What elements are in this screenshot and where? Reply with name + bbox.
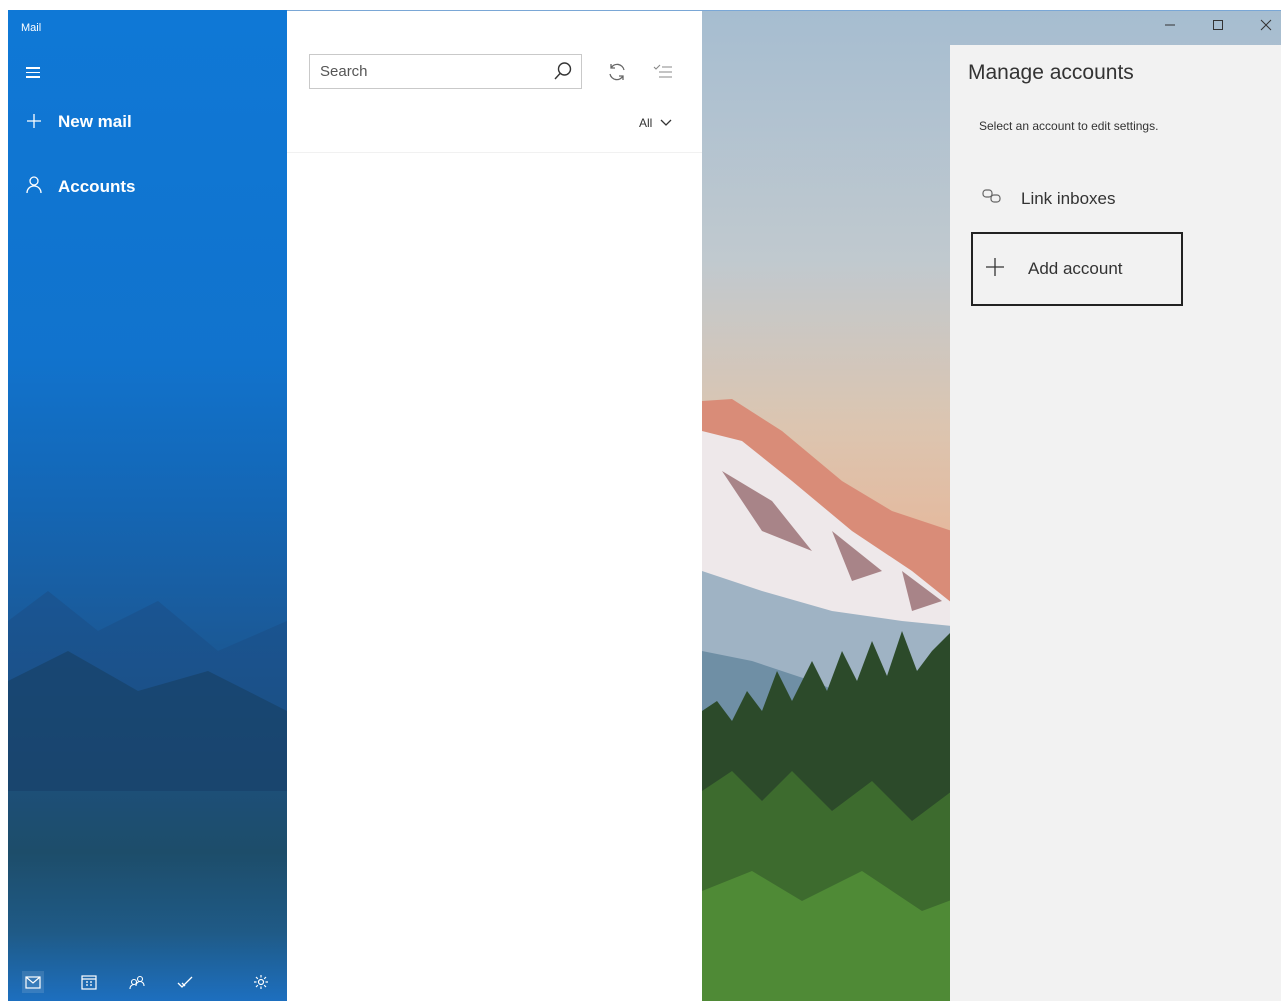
app-switcher-bar: [8, 961, 287, 1001]
plus-icon: [984, 256, 1006, 283]
search-icon[interactable]: [553, 61, 573, 86]
app-title: Mail: [21, 22, 42, 34]
search-box[interactable]: [309, 54, 582, 89]
panel-subtitle: Select an account to edit settings.: [979, 119, 1159, 133]
filter-label: All: [639, 116, 653, 130]
chevron-down-icon: [660, 119, 672, 126]
sidebar-background-mountains: [8, 591, 287, 791]
select-mode-icon[interactable]: [653, 61, 673, 86]
divider: [287, 152, 702, 153]
new-mail-button[interactable]: New mail: [24, 112, 132, 132]
gear-icon[interactable]: [250, 971, 272, 993]
accounts-button[interactable]: Accounts: [24, 176, 135, 197]
navigation-pane: Mail New mail Accounts: [8, 10, 287, 1001]
maximize-icon[interactable]: [1208, 18, 1228, 34]
people-icon[interactable]: [126, 971, 148, 993]
panel-title: Manage accounts: [968, 61, 1134, 84]
close-icon[interactable]: [1256, 18, 1276, 34]
message-list-pane: All: [287, 10, 702, 1001]
minimize-icon[interactable]: [1160, 18, 1180, 34]
person-icon: [24, 176, 44, 197]
link-inboxes-label: Link inboxes: [1021, 188, 1116, 208]
manage-accounts-panel: Manage accounts Select an account to edi…: [950, 45, 1281, 1001]
link-inboxes-button[interactable]: Link inboxes: [981, 187, 1116, 210]
hamburger-icon[interactable]: [24, 64, 46, 82]
sync-icon[interactable]: [606, 61, 628, 88]
add-account-button[interactable]: Add account: [971, 232, 1183, 306]
calendar-icon[interactable]: [78, 971, 100, 993]
todo-icon[interactable]: [174, 971, 196, 993]
accounts-label: Accounts: [58, 176, 136, 196]
filter-dropdown[interactable]: All: [639, 116, 672, 130]
add-account-label: Add account: [1028, 259, 1123, 278]
search-input[interactable]: [310, 63, 540, 80]
link-icon: [981, 187, 1003, 210]
mail-icon[interactable]: [22, 971, 44, 993]
new-mail-label: New mail: [58, 112, 132, 131]
plus-icon: [24, 113, 44, 132]
